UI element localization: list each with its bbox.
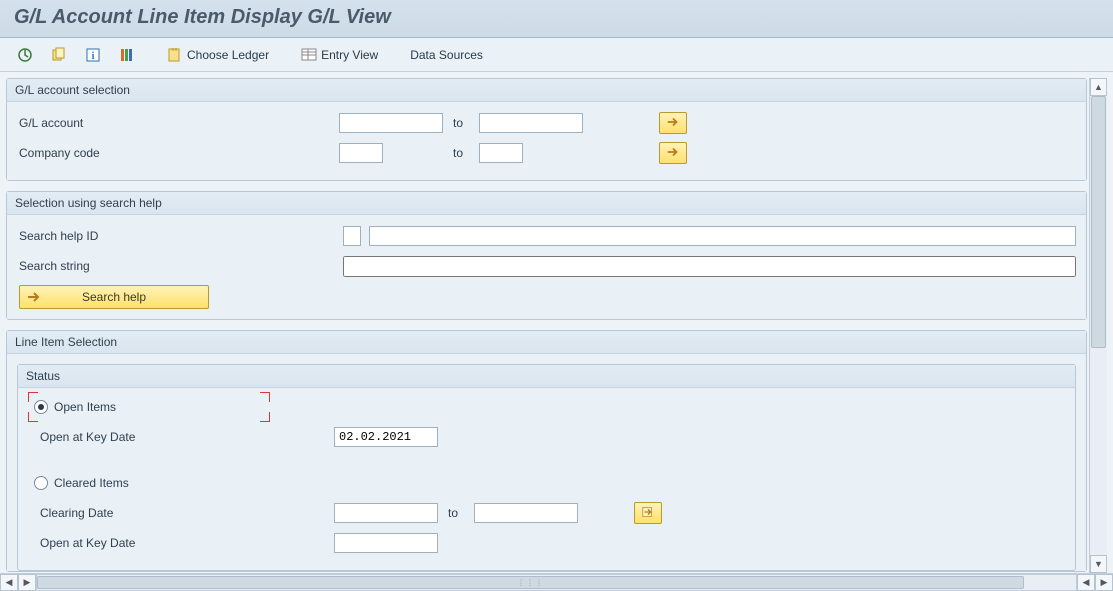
- execute-button[interactable]: [10, 44, 40, 66]
- gl-account-selection-title: G/L account selection: [7, 79, 1086, 102]
- choose-ledger-button[interactable]: Choose Ledger: [160, 44, 276, 66]
- gl-account-from-input[interactable]: [339, 113, 443, 133]
- cleared-open-key-date-input[interactable]: [334, 533, 438, 553]
- entry-view-label: Entry View: [321, 48, 378, 62]
- scroll-left-button[interactable]: ◀: [0, 574, 18, 591]
- company-code-to-input[interactable]: [479, 143, 523, 163]
- open-items-label: Open Items: [54, 400, 116, 414]
- line-item-selection-panel: Line Item Selection Status Open Items: [6, 330, 1087, 572]
- to-label-2: to: [449, 146, 479, 160]
- list-button[interactable]: [112, 44, 142, 66]
- status-panel: Status Open Items Open: [17, 364, 1076, 571]
- variant-button[interactable]: [44, 44, 74, 66]
- cleared-items-radio[interactable]: [34, 476, 48, 490]
- arrow-right-icon: [666, 115, 680, 131]
- search-help-icon: [26, 289, 42, 305]
- gl-account-to-input[interactable]: [479, 113, 583, 133]
- clearing-date-to-input[interactable]: [474, 503, 578, 523]
- clearing-date-multiple-button[interactable]: [634, 502, 662, 524]
- search-help-button-label: Search help: [82, 290, 146, 304]
- clearing-date-label: Clearing Date: [34, 506, 334, 520]
- to-label-3: to: [444, 506, 474, 520]
- variant-icon: [51, 47, 67, 63]
- status-title: Status: [18, 365, 1075, 388]
- cleared-items-label: Cleared Items: [54, 476, 129, 490]
- execute-icon: [17, 47, 33, 63]
- list-icon: [119, 47, 135, 63]
- page-title: G/L Account Line Item Display G/L View: [14, 6, 1099, 29]
- data-sources-button[interactable]: Data Sources: [403, 44, 490, 66]
- company-code-label: Company code: [19, 146, 339, 160]
- svg-text:i: i: [92, 51, 95, 62]
- search-help-id-label: Search help ID: [19, 229, 339, 243]
- ledger-icon: [167, 47, 183, 63]
- open-key-date-input[interactable]: [334, 427, 438, 447]
- arrow-right-icon: [641, 505, 655, 521]
- entry-view-icon: [301, 47, 317, 63]
- search-string-label: Search string: [19, 259, 339, 273]
- scroll-up-button[interactable]: ▲: [1090, 78, 1107, 96]
- clearing-date-from-input[interactable]: [334, 503, 438, 523]
- cleared-open-key-date-label: Open at Key Date: [34, 536, 334, 550]
- horizontal-scrollbar[interactable]: ◀ ▶ ⋮⋮⋮ ◀ ▶: [0, 573, 1113, 591]
- choose-ledger-label: Choose Ledger: [187, 48, 269, 62]
- gl-account-selection-panel: G/L account selection G/L account to: [6, 78, 1087, 181]
- line-item-selection-title: Line Item Selection: [7, 331, 1086, 354]
- search-help-button[interactable]: Search help: [19, 285, 209, 309]
- search-help-panel: Selection using search help Search help …: [6, 191, 1087, 320]
- search-help-id-input[interactable]: [343, 226, 361, 246]
- open-key-date-label: Open at Key Date: [34, 430, 334, 444]
- arrow-right-icon: [666, 145, 680, 161]
- gl-account-multiple-button[interactable]: [659, 112, 687, 134]
- scroll-right-button[interactable]: ▶: [1095, 574, 1113, 591]
- search-string-input[interactable]: [343, 256, 1076, 277]
- scroll-left2-button[interactable]: ▶: [18, 574, 36, 591]
- scroll-right2-button[interactable]: ◀: [1077, 574, 1095, 591]
- gl-account-label: G/L account: [19, 116, 339, 130]
- scroll-down-button[interactable]: ▼: [1090, 555, 1107, 573]
- title-bar: G/L Account Line Item Display G/L View: [0, 0, 1113, 38]
- to-label: to: [449, 116, 479, 130]
- info-button[interactable]: i: [78, 44, 108, 66]
- info-icon: i: [85, 47, 101, 63]
- search-help-id-desc[interactable]: [369, 226, 1076, 246]
- company-code-from-input[interactable]: [339, 143, 383, 163]
- search-help-title: Selection using search help: [7, 192, 1086, 215]
- company-code-multiple-button[interactable]: [659, 142, 687, 164]
- vertical-scrollbar[interactable]: ▲ ▼: [1089, 78, 1107, 573]
- entry-view-button[interactable]: Entry View: [294, 44, 385, 66]
- data-sources-label: Data Sources: [410, 48, 483, 62]
- toolbar: i Choose Ledger Entry View Data Sources: [0, 38, 1113, 72]
